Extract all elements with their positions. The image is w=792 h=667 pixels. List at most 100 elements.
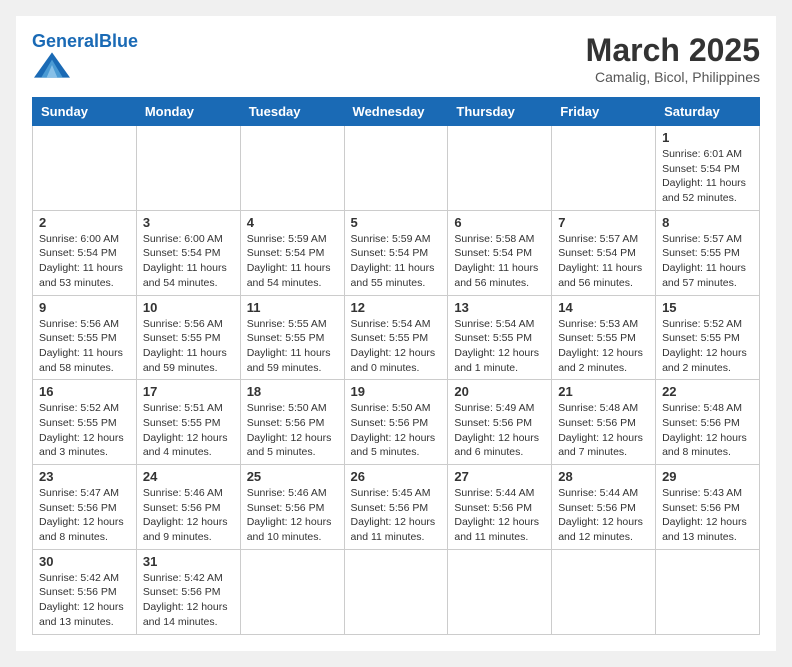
day-number: 16 <box>39 384 130 399</box>
calendar-cell-40 <box>448 549 552 634</box>
calendar-cell-18: 12 Sunrise: 5:54 AM Sunset: 5:55 PM Dayli… <box>344 295 448 380</box>
calendar-cell-42 <box>656 549 760 634</box>
day-number: 27 <box>454 469 545 484</box>
logo-general: General <box>32 31 99 51</box>
day-number: 11 <box>247 300 338 315</box>
day-info: Sunrise: 5:53 AM Sunset: 5:55 PM Dayligh… <box>558 317 649 376</box>
day-info: Sunrise: 5:42 AM Sunset: 5:56 PM Dayligh… <box>39 571 130 630</box>
calendar-cell-5 <box>448 126 552 211</box>
calendar-week-4: 16Sunrise: 5:52 AM Sunset: 5:55 PM Dayli… <box>33 380 760 465</box>
day-number: 28 <box>558 469 649 484</box>
weekday-header-row: SundayMondayTuesdayWednesdayThursdayFrid… <box>33 98 760 126</box>
calendar-cell-34: 28 Sunrise: 5:44 AM Sunset: 5:56 PM Dayli… <box>552 465 656 550</box>
day-number: 15 <box>662 300 753 315</box>
day-number: 18 <box>247 384 338 399</box>
day-number: 12 <box>351 300 442 315</box>
calendar-cell-31: 25 Sunrise: 5:46 AM Sunset: 5:56 PM Dayli… <box>240 465 344 550</box>
day-info: Sunrise: 5:43 AM Sunset: 5:56 PM Dayligh… <box>662 486 753 545</box>
calendar-cell-4 <box>344 126 448 211</box>
day-number: 5 <box>351 215 442 230</box>
calendar-cell-39 <box>344 549 448 634</box>
day-number: 22 <box>662 384 753 399</box>
day-info: Sunrise: 5:46 AM Sunset: 5:56 PM Dayligh… <box>143 486 234 545</box>
day-info: Sunrise: 5:59 AM Sunset: 5:54 PM Dayligh… <box>351 232 442 291</box>
calendar-cell-7: 1 Sunrise: 6:01 AM Sunset: 5:54 PM Daylig… <box>656 126 760 211</box>
day-info: Sunrise: 5:48 AM Sunset: 5:56 PM Dayligh… <box>662 401 753 460</box>
day-info: Sunrise: 6:00 AM Sunset: 5:54 PM Dayligh… <box>39 232 130 291</box>
calendar-cell-19: 13Sunrise: 5:54 AM Sunset: 5:55 PM Dayli… <box>448 295 552 380</box>
calendar-cell-27: 21Sunrise: 5:48 AM Sunset: 5:56 PM Dayli… <box>552 380 656 465</box>
day-number: 14 <box>558 300 649 315</box>
day-info: Sunrise: 5:55 AM Sunset: 5:55 PM Dayligh… <box>247 317 338 376</box>
day-number: 20 <box>454 384 545 399</box>
day-number: 23 <box>39 469 130 484</box>
calendar-cell-30: 24 Sunrise: 5:46 AM Sunset: 5:56 PM Dayli… <box>136 465 240 550</box>
calendar-cell-28: 22 Sunrise: 5:48 AM Sunset: 5:56 PM Dayli… <box>656 380 760 465</box>
day-info: Sunrise: 5:46 AM Sunset: 5:56 PM Dayligh… <box>247 486 338 545</box>
calendar-cell-21: 15 Sunrise: 5:52 AM Sunset: 5:55 PM Dayli… <box>656 295 760 380</box>
calendar-week-5: 23Sunrise: 5:47 AM Sunset: 5:56 PM Dayli… <box>33 465 760 550</box>
weekday-tuesday: Tuesday <box>240 98 344 126</box>
calendar-cell-2 <box>136 126 240 211</box>
calendar-cell-35: 29 Sunrise: 5:43 AM Sunset: 5:56 PM Dayli… <box>656 465 760 550</box>
day-number: 10 <box>143 300 234 315</box>
day-number: 19 <box>351 384 442 399</box>
calendar-page: GeneralBlue March 2025 Camalig, Bicol, P… <box>16 16 776 651</box>
calendar-cell-29: 23Sunrise: 5:47 AM Sunset: 5:56 PM Dayli… <box>33 465 137 550</box>
location: Camalig, Bicol, Philippines <box>586 69 760 85</box>
calendar-cell-25: 19Sunrise: 5:50 AM Sunset: 5:56 PM Dayli… <box>344 380 448 465</box>
weekday-wednesday: Wednesday <box>344 98 448 126</box>
calendar-week-2: 2 Sunrise: 6:00 AM Sunset: 5:54 PM Daylig… <box>33 210 760 295</box>
day-info: Sunrise: 5:42 AM Sunset: 5:56 PM Dayligh… <box>143 571 234 630</box>
day-info: Sunrise: 5:57 AM Sunset: 5:55 PM Dayligh… <box>662 232 753 291</box>
calendar-cell-12: 6Sunrise: 5:58 AM Sunset: 5:54 PM Daylig… <box>448 210 552 295</box>
day-info: Sunrise: 5:56 AM Sunset: 5:55 PM Dayligh… <box>143 317 234 376</box>
day-number: 26 <box>351 469 442 484</box>
month-year: March 2025 <box>586 32 760 69</box>
calendar-cell-36: 30 Sunrise: 5:42 AM Sunset: 5:56 PM Dayli… <box>33 549 137 634</box>
day-number: 17 <box>143 384 234 399</box>
day-info: Sunrise: 5:56 AM Sunset: 5:55 PM Dayligh… <box>39 317 130 376</box>
day-info: Sunrise: 5:49 AM Sunset: 5:56 PM Dayligh… <box>454 401 545 460</box>
day-number: 25 <box>247 469 338 484</box>
calendar-cell-16: 10 Sunrise: 5:56 AM Sunset: 5:55 PM Dayli… <box>136 295 240 380</box>
calendar-cell-33: 27 Sunrise: 5:44 AM Sunset: 5:56 PM Dayli… <box>448 465 552 550</box>
calendar-cell-9: 3Sunrise: 6:00 AM Sunset: 5:54 PM Daylig… <box>136 210 240 295</box>
calendar-cell-1 <box>33 126 137 211</box>
day-info: Sunrise: 5:48 AM Sunset: 5:56 PM Dayligh… <box>558 401 649 460</box>
day-number: 6 <box>454 215 545 230</box>
logo-text: GeneralBlue <box>32 32 138 50</box>
day-number: 13 <box>454 300 545 315</box>
calendar-cell-24: 18Sunrise: 5:50 AM Sunset: 5:56 PM Dayli… <box>240 380 344 465</box>
day-info: Sunrise: 5:44 AM Sunset: 5:56 PM Dayligh… <box>454 486 545 545</box>
day-info: Sunrise: 5:51 AM Sunset: 5:55 PM Dayligh… <box>143 401 234 460</box>
calendar-cell-6 <box>552 126 656 211</box>
day-number: 2 <box>39 215 130 230</box>
logo-blue: Blue <box>99 31 138 51</box>
day-number: 24 <box>143 469 234 484</box>
day-number: 29 <box>662 469 753 484</box>
calendar-cell-11: 5 Sunrise: 5:59 AM Sunset: 5:54 PM Daylig… <box>344 210 448 295</box>
day-info: Sunrise: 5:44 AM Sunset: 5:56 PM Dayligh… <box>558 486 649 545</box>
calendar-cell-23: 17 Sunrise: 5:51 AM Sunset: 5:55 PM Dayli… <box>136 380 240 465</box>
calendar-week-6: 30 Sunrise: 5:42 AM Sunset: 5:56 PM Dayli… <box>33 549 760 634</box>
logo-icon <box>34 50 70 80</box>
calendar-cell-3 <box>240 126 344 211</box>
day-info: Sunrise: 5:52 AM Sunset: 5:55 PM Dayligh… <box>662 317 753 376</box>
calendar-cell-13: 7 Sunrise: 5:57 AM Sunset: 5:54 PM Daylig… <box>552 210 656 295</box>
calendar-cell-8: 2 Sunrise: 6:00 AM Sunset: 5:54 PM Daylig… <box>33 210 137 295</box>
weekday-monday: Monday <box>136 98 240 126</box>
day-info: Sunrise: 5:57 AM Sunset: 5:54 PM Dayligh… <box>558 232 649 291</box>
header: GeneralBlue March 2025 Camalig, Bicol, P… <box>32 32 760 85</box>
day-number: 31 <box>143 554 234 569</box>
day-info: Sunrise: 5:54 AM Sunset: 5:55 PM Dayligh… <box>351 317 442 376</box>
calendar-cell-10: 4Sunrise: 5:59 AM Sunset: 5:54 PM Daylig… <box>240 210 344 295</box>
calendar-cell-20: 14 Sunrise: 5:53 AM Sunset: 5:55 PM Dayli… <box>552 295 656 380</box>
day-number: 30 <box>39 554 130 569</box>
day-number: 7 <box>558 215 649 230</box>
day-info: Sunrise: 6:01 AM Sunset: 5:54 PM Dayligh… <box>662 147 753 206</box>
calendar-cell-14: 8Sunrise: 5:57 AM Sunset: 5:55 PM Daylig… <box>656 210 760 295</box>
day-number: 9 <box>39 300 130 315</box>
day-number: 1 <box>662 130 753 145</box>
day-info: Sunrise: 5:45 AM Sunset: 5:56 PM Dayligh… <box>351 486 442 545</box>
